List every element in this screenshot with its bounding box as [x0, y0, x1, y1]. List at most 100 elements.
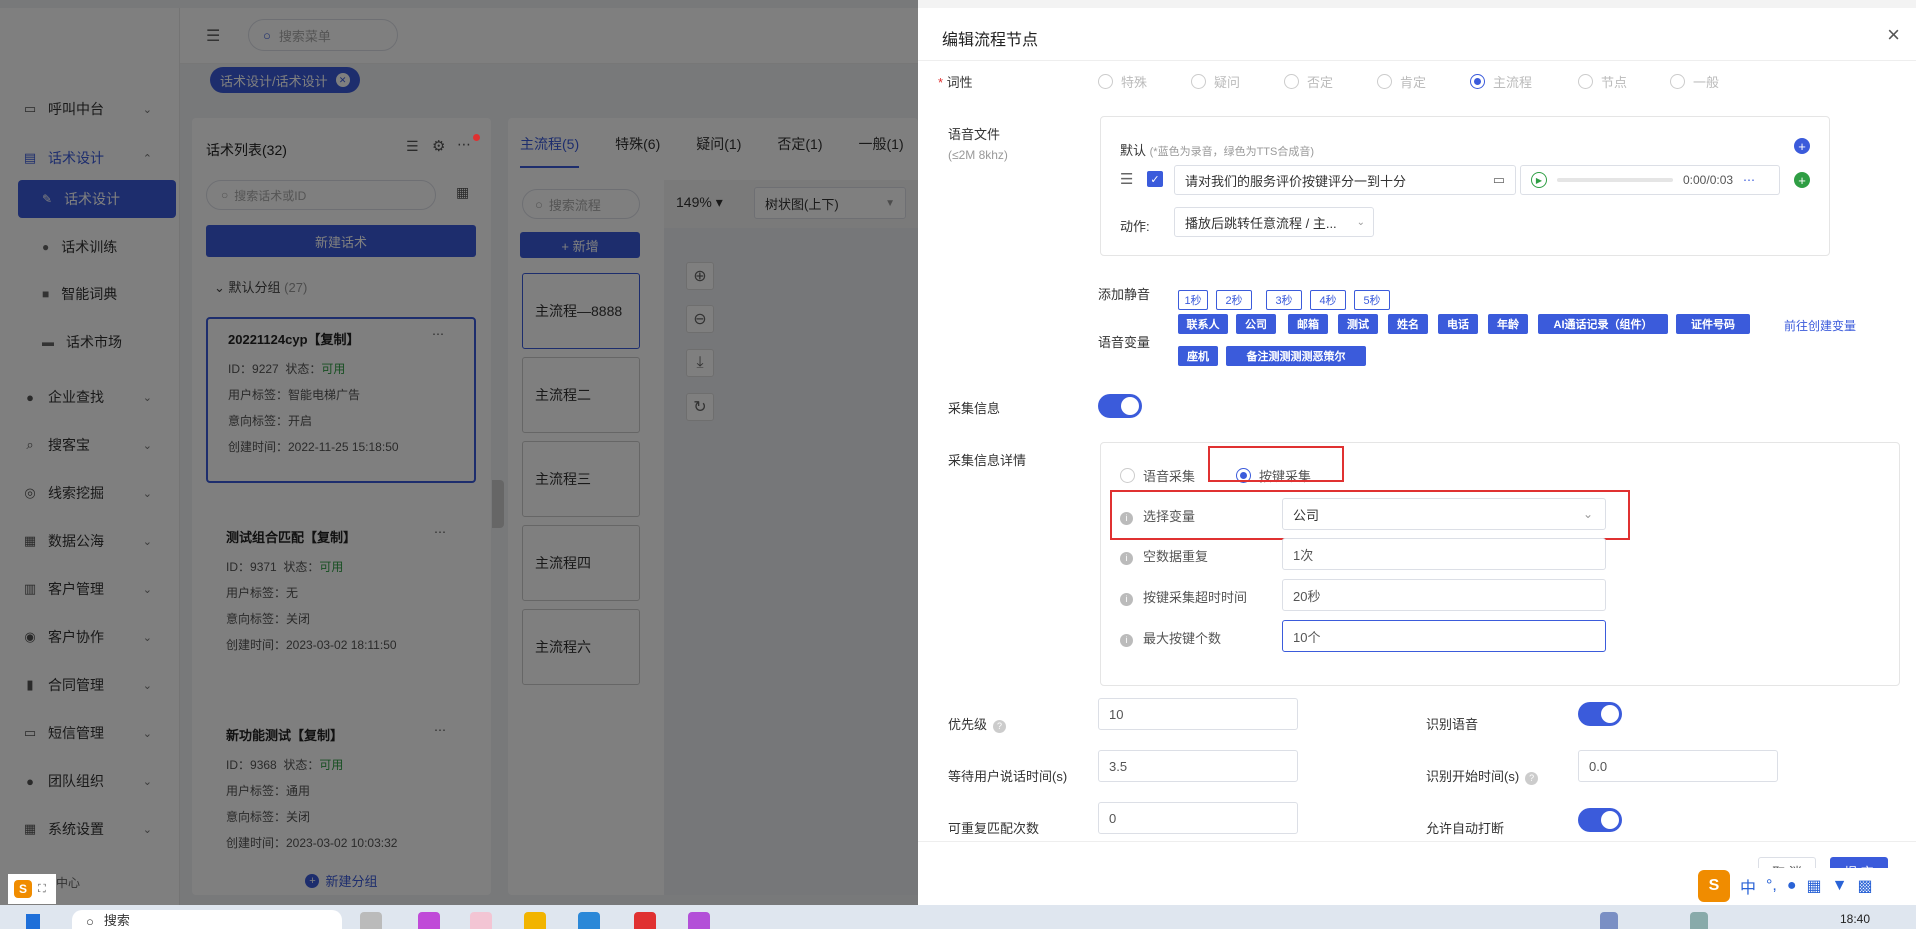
sidebar-subitem-market[interactable]: ▬ 话术市场: [18, 323, 176, 361]
sidebar-item-enterprise[interactable]: ● 企业查找 ⌄: [0, 380, 180, 414]
sidebar-item-customers[interactable]: ▥ 客户管理 ⌄: [0, 572, 180, 606]
microphone-icon[interactable]: ●: [1787, 877, 1797, 895]
create-variable-link[interactable]: 前往创建变量: [1784, 317, 1856, 334]
recognize-start-input[interactable]: 0.0: [1578, 750, 1778, 782]
ime-mini-bar[interactable]: S ⛶: [8, 874, 56, 904]
play-icon[interactable]: ▶: [1531, 172, 1547, 188]
auto-interrupt-toggle[interactable]: [1578, 808, 1622, 832]
tray-icon[interactable]: [1690, 912, 1708, 929]
sidebar-item-cooperation[interactable]: ◉ 客户协作 ⌄: [0, 620, 180, 654]
refresh-icon[interactable]: ↻: [686, 393, 714, 421]
pos-radio-node[interactable]: 节点: [1578, 72, 1627, 91]
action-select[interactable]: 播放后跳转任意流程 / 主... ⌄: [1174, 207, 1374, 237]
pos-radio-main-flow[interactable]: 主流程: [1470, 72, 1532, 91]
calendar-icon[interactable]: ▦: [456, 184, 469, 201]
add-flow-button[interactable]: + 新增: [520, 232, 640, 258]
page-tag[interactable]: 话术设计/话术设计 ✕: [210, 67, 360, 93]
add-tts-icon[interactable]: +: [1794, 172, 1810, 188]
variable-chip[interactable]: 公司: [1236, 314, 1276, 334]
sort-icon[interactable]: ☰: [406, 138, 419, 155]
taskbar-app-icon[interactable]: [688, 912, 710, 929]
flow-node[interactable]: 主流程二: [522, 357, 640, 433]
drag-handle-icon[interactable]: ☰: [1120, 170, 1133, 188]
pos-radio-negative[interactable]: 否定: [1284, 72, 1333, 91]
flow-search-input[interactable]: ○ 搜索流程: [522, 189, 640, 219]
tab-main-flow[interactable]: 主流程(5): [520, 134, 580, 168]
grid-icon[interactable]: ▩: [1858, 876, 1873, 896]
browser-icon[interactable]: [578, 912, 600, 929]
sidebar-subitem-script-training[interactable]: ● 话术训练: [18, 228, 176, 266]
wait-time-input[interactable]: 3.5: [1098, 750, 1298, 782]
tab-negative[interactable]: 否定(1): [777, 134, 822, 168]
sidebar-item-search-treasure[interactable]: ⌕ 搜客宝 ⌄: [0, 428, 180, 462]
timeout-input[interactable]: 20秒: [1282, 579, 1606, 611]
ime-toolbar[interactable]: S 中 °, ● ▦ ▼ ▩: [1694, 868, 1916, 904]
sogou-icon[interactable]: S: [1698, 870, 1730, 902]
new-group-button[interactable]: + 新建分组: [192, 866, 491, 895]
pos-radio-general[interactable]: 一般: [1670, 72, 1719, 91]
punctuation-icon[interactable]: °,: [1766, 877, 1777, 895]
taskbar-app-icon[interactable]: [418, 912, 440, 929]
script-card[interactable]: 20221124cyp【复制】 ID：9227 状态：可用 用户标签：智能电梯广…: [206, 317, 476, 483]
card-more-icon[interactable]: ⋯: [434, 723, 446, 737]
sidebar-subitem-dictionary[interactable]: ■ 智能词典: [18, 275, 176, 313]
card-more-icon[interactable]: ⋯: [432, 327, 444, 341]
taskbar-app-icon[interactable]: [360, 912, 382, 929]
taskbar-app-icon[interactable]: [634, 912, 656, 929]
more-icon[interactable]: ⋯: [457, 136, 471, 153]
view-mode-select[interactable]: 树状图(上下) ▼: [754, 187, 906, 219]
script-card[interactable]: 测试组合匹配【复制】 ID：9371 状态：可用 用户标签：无 意向标签：关闭 …: [206, 517, 476, 683]
tab-general[interactable]: 一般(1): [859, 134, 904, 168]
sidebar-item-call-center[interactable]: ▭ 呼叫中台 ⌄: [0, 92, 180, 126]
menu-search-input[interactable]: ○ 搜索菜单: [248, 19, 398, 51]
pos-radio-special[interactable]: 特殊: [1098, 72, 1147, 91]
zoom-in-icon[interactable]: ⊕: [686, 262, 714, 290]
audio-player[interactable]: ▶ 0:00/0:03 ⋯: [1520, 165, 1780, 195]
sidebar-item-team[interactable]: ● 团队组织 ⌄: [0, 764, 180, 798]
variable-chip[interactable]: 联系人: [1178, 314, 1228, 334]
group-header[interactable]: ⌄ 默认分组 (27): [214, 277, 307, 296]
variable-chip[interactable]: 备注测测测测恶策尔: [1226, 346, 1366, 366]
variable-chip[interactable]: 邮箱: [1288, 314, 1328, 334]
priority-input[interactable]: 10: [1098, 698, 1298, 730]
tab-special[interactable]: 特殊(6): [615, 134, 660, 168]
audio-checkbox[interactable]: ✓: [1147, 171, 1163, 187]
pos-radio-positive[interactable]: 肯定: [1377, 72, 1426, 91]
variable-chip[interactable]: 姓名: [1388, 314, 1428, 334]
variable-chip[interactable]: 年龄: [1488, 314, 1528, 334]
variable-chip[interactable]: AI通话记录（组件）: [1538, 314, 1668, 334]
sidebar-item-settings[interactable]: ▦ 系统设置 ⌄: [0, 812, 180, 846]
progress-bar[interactable]: [1557, 178, 1673, 182]
repeat-match-input[interactable]: 0: [1098, 802, 1298, 834]
windows-start-icon[interactable]: [26, 914, 40, 929]
max-keys-input[interactable]: 10个: [1282, 620, 1606, 652]
variable-chip[interactable]: 测试: [1338, 314, 1378, 334]
script-search-input[interactable]: ○ 搜索话术或ID: [206, 180, 436, 210]
sidebar-item-sms[interactable]: ▭ 短信管理 ⌄: [0, 716, 180, 750]
sidebar-item-leads[interactable]: ◎ 线索挖掘 ⌄: [0, 476, 180, 510]
sidebar-item-contracts[interactable]: ▮ 合同管理 ⌄: [0, 668, 180, 702]
collect-info-toggle[interactable]: [1098, 394, 1142, 418]
download-icon[interactable]: ⤓: [686, 349, 714, 377]
more-icon[interactable]: ⋯: [1743, 173, 1755, 187]
zoom-out-icon[interactable]: ⊖: [686, 305, 714, 333]
variable-chip[interactable]: 座机: [1178, 346, 1218, 366]
sidebar-subitem-script-design[interactable]: ✎ 话术设计: [18, 180, 176, 218]
script-card[interactable]: 新功能测试【复制】 ID：9368 状态：可用 用户标签：通用 意向标签：关闭 …: [206, 715, 476, 855]
silence-option[interactable]: 5秒: [1354, 290, 1390, 310]
silence-option[interactable]: 2秒: [1216, 290, 1252, 310]
tab-question[interactable]: 疑问(1): [696, 134, 741, 168]
collapse-handle[interactable]: [492, 480, 504, 528]
empty-repeat-input[interactable]: 1次: [1282, 538, 1606, 570]
new-script-button[interactable]: 新建话术: [206, 225, 476, 257]
pos-radio-question[interactable]: 疑问: [1191, 72, 1240, 91]
keyboard-icon[interactable]: ▦: [1807, 876, 1822, 896]
silence-option[interactable]: 4秒: [1310, 290, 1346, 310]
silence-option[interactable]: 1秒: [1178, 290, 1208, 310]
flow-node[interactable]: 主流程六: [522, 609, 640, 685]
flow-node[interactable]: 主流程三: [522, 441, 640, 517]
recognize-voice-toggle[interactable]: [1578, 702, 1622, 726]
taskbar-search[interactable]: ○ 搜索: [72, 910, 342, 929]
gear-icon[interactable]: ⚙: [432, 137, 445, 155]
taskbar-app-icon[interactable]: [470, 912, 492, 929]
